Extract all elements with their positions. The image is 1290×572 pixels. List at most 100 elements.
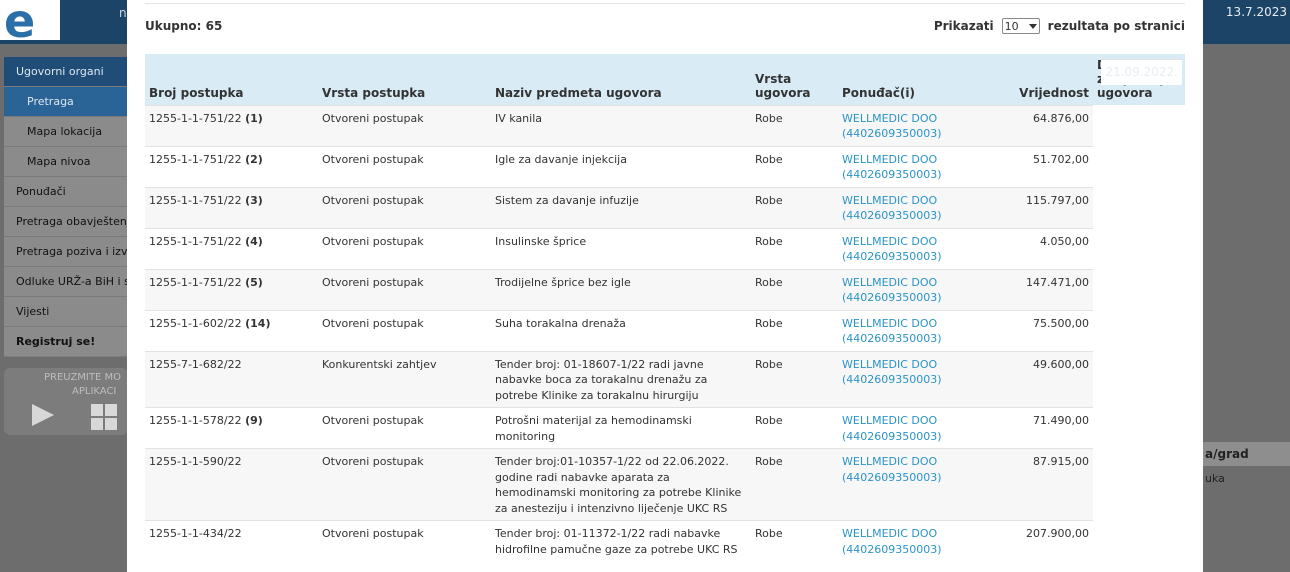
bidder-link[interactable]: WELLMEDIC DOO [842, 317, 937, 330]
lot-number: (5) [245, 275, 263, 289]
cell-ponudjac: WELLMEDIC DOO (4402609350003) [838, 350, 988, 408]
cell-ponudjac: WELLMEDIC DOO (4402609350003) [838, 145, 988, 187]
col-vrsta-postupka[interactable]: Vrsta postupka [318, 54, 491, 105]
cell-vrijednost: 49.600,00 [988, 350, 1093, 408]
bidder-link[interactable]: WELLMEDIC DOO [842, 112, 937, 125]
per-page-select[interactable]: 10 [1001, 18, 1040, 34]
site-title-fragment: n [119, 6, 127, 20]
lot-number: (2) [245, 152, 263, 166]
cell-broj-postupka: 1255-1-1-590/22 [145, 448, 318, 521]
bidder-link[interactable]: WELLMEDIC DOO [842, 194, 937, 207]
bidder-link[interactable]: WELLMEDIC DOO [842, 358, 937, 371]
bidder-link[interactable]: WELLMEDIC DOO [842, 235, 937, 248]
col-broj-postupka[interactable]: Broj postupka [145, 54, 318, 105]
lot-number: (14) [245, 316, 271, 330]
sidebar-item[interactable]: Vijesti [4, 297, 128, 327]
cell-naziv-predmeta: Tender broj: 01-11372-1/22 radi nabavke … [491, 520, 751, 561]
bidder-id-link[interactable]: (4402609350003) [842, 127, 942, 140]
cell-ponudjac: WELLMEDIC DOO (4402609350003) [838, 227, 988, 269]
table-row: 1255-1-1-602/22 (14) Otvoreni postupak Suh… [145, 59, 1185, 351]
sidebar-item[interactable]: Mapa nivoa [4, 147, 128, 177]
table-row: 1255-1-1-751/22 (2) Otvoreni postupak Igle… [145, 59, 1185, 187]
sidebar-nav: Ugovorni organi Pretraga Mapa lokacija Mapa… [4, 57, 128, 357]
per-page-suffix: rezultata po stranici [1047, 19, 1185, 33]
bidder-id-link[interactable]: (4402609350003) [842, 168, 942, 181]
col-vrsta-ugovora[interactable]: Vrsta ugovora [751, 54, 838, 105]
cell-naziv-predmeta: Tender broj: 01-18607-1/22 radi javne na… [491, 350, 751, 408]
lot-number: (4) [245, 234, 263, 248]
lot-number: (3) [245, 193, 263, 207]
cell-vrijednost: 207.900,00 [988, 520, 1093, 561]
table-row: 1255-1-1-751/22 (4) Otvoreni postupak Insu… [145, 59, 1185, 269]
background-cell: uka [1205, 472, 1225, 485]
table-row: 1255-1-1-578/22 (9) Otvoreni postupak Potr… [145, 59, 1185, 449]
cell-naziv-predmeta: Sistem za davanje infuzije [491, 186, 751, 228]
cell-broj-postupka: 1255-1-1-751/22 (1) [145, 104, 318, 146]
cell-broj-postupka: 1255-1-1-434/22 [145, 520, 318, 561]
bidder-id-link[interactable]: (4402609350003) [842, 471, 942, 484]
show-label: Prikazati [933, 19, 994, 33]
cell-vrijednost: 115.797,00 [988, 186, 1093, 228]
sidebar-item[interactable]: Pretraga [4, 87, 128, 117]
cell-ponudjac: WELLMEDIC DOO (4402609350003) [838, 407, 988, 449]
app-download-title: PREUZMITE MO [44, 372, 121, 383]
col-vrijednost[interactable]: Vrijednost [988, 54, 1093, 105]
bidder-id-link[interactable]: (4402609350003) [842, 430, 942, 443]
procedure-number: 1255-1-1-751/22 [149, 275, 242, 289]
procedure-number: 1255-1-1-590/22 [149, 455, 242, 468]
site-logo[interactable]: e [0, 0, 60, 48]
windows-store-icon[interactable] [91, 404, 117, 430]
cell-vrsta-postupka: Otvoreni postupak [318, 145, 491, 187]
cell-naziv-predmeta: IV kanila [491, 104, 751, 146]
chevron-down-icon [1028, 23, 1037, 29]
cell-vrsta-postupka: Otvoreni postupak [318, 520, 491, 561]
cell-broj-postupka: 1255-1-1-751/22 (5) [145, 268, 318, 310]
cell-vrsta-postupka: Otvoreni postupak [318, 407, 491, 449]
cell-vrijednost: 71.490,00 [988, 407, 1093, 449]
sidebar-item[interactable]: Registruj se! [4, 327, 128, 357]
cell-vrsta-postupka: Konkurentski zahtjev [318, 350, 491, 408]
procedure-number: 1255-1-1-751/22 [149, 111, 242, 125]
bidder-link[interactable]: WELLMEDIC DOO [842, 153, 937, 166]
sidebar-item[interactable]: Ponuđači [4, 177, 128, 207]
cell-vrsta-ugovora: Robe [751, 350, 838, 408]
cell-vrijednost: 4.050,00 [988, 227, 1093, 269]
bidder-link[interactable]: WELLMEDIC DOO [842, 414, 937, 427]
procedure-number: 1255-1-1-578/22 [149, 414, 242, 427]
bidder-id-link[interactable]: (4402609350003) [842, 291, 942, 304]
contracts-modal: Ukupno: 65 Prikazati 10 rezultata po str… [127, 0, 1203, 572]
logo-letter: e [4, 0, 36, 48]
bidder-id-link[interactable]: (4402609350003) [842, 209, 942, 222]
sidebar-item[interactable]: Pretraga poziva i izv [4, 237, 128, 267]
cell-vrsta-postupka: Otvoreni postupak [318, 186, 491, 228]
cell-naziv-predmeta: Igle za davanje injekcija [491, 145, 751, 187]
sidebar-item[interactable]: Mapa lokacija [4, 117, 128, 147]
results-per-page: Prikazati 10 rezultata po stranici [934, 18, 1185, 34]
bidder-link[interactable]: WELLMEDIC DOO [842, 527, 937, 540]
bidder-id-link[interactable]: (4402609350003) [842, 250, 942, 263]
contracts-table: Broj postupka Vrsta postupka Naziv predm… [145, 54, 1185, 561]
google-play-icon[interactable] [32, 404, 54, 426]
bidder-id-link[interactable]: (4402609350003) [842, 332, 942, 345]
cell-vrsta-ugovora: Robe [751, 448, 838, 521]
sidebar-item[interactable]: Ugovorni organi [4, 57, 128, 87]
sidebar-item[interactable]: Pretraga obavještenj [4, 207, 128, 237]
bidder-link[interactable]: WELLMEDIC DOO [842, 276, 937, 289]
table-row: 1255-7-1-682/22 Konkurentski zahtjev Tend… [145, 59, 1185, 408]
col-ponudjaci[interactable]: Ponuđač(i) [838, 54, 988, 105]
cell-vrsta-postupka: Otvoreni postupak [318, 309, 491, 351]
cell-broj-postupka: 1255-1-1-751/22 (3) [145, 186, 318, 228]
cell-naziv-predmeta: Insulinske šprice [491, 227, 751, 269]
procedure-number: 1255-1-1-434/22 [149, 527, 242, 540]
procedure-number: 1255-1-1-751/22 [149, 193, 242, 207]
bidder-id-link[interactable]: (4402609350003) [842, 373, 942, 386]
bidder-id-link[interactable]: (4402609350003) [842, 543, 942, 556]
table-row: 1255-1-1-751/22 (1) Otvoreni postupak IV k… [145, 59, 1185, 146]
cell-vrijednost: 75.500,00 [988, 309, 1093, 351]
cell-vrsta-ugovora: Robe [751, 145, 838, 187]
cell-broj-postupka: 1255-1-1-602/22 (14) [145, 309, 318, 351]
col-naziv-predmeta[interactable]: Naziv predmeta ugovora [491, 54, 751, 105]
bidder-link[interactable]: WELLMEDIC DOO [842, 455, 937, 468]
sidebar-item[interactable]: Odluke URŽ-a BiH i s [4, 267, 128, 297]
cell-ponudjac: WELLMEDIC DOO (4402609350003) [838, 104, 988, 146]
